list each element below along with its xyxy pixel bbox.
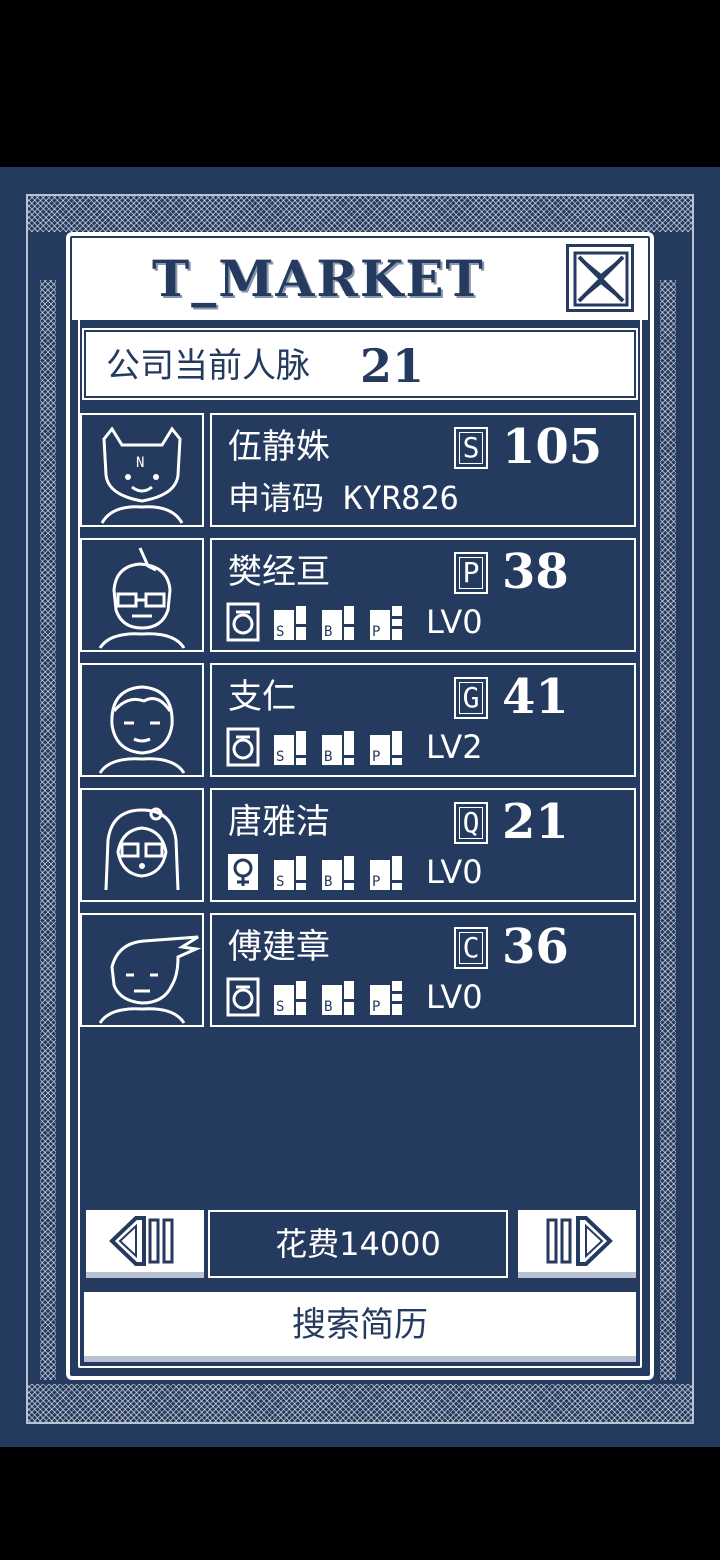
candidate-row[interactable]: 樊经亘 P 38 S B P LV0 [80, 538, 636, 652]
candidate-row[interactable]: N 伍静姝 S 105 申请码 KYR826 [80, 413, 636, 527]
svg-text:S: S [276, 874, 284, 890]
candidate-grade-badge: P [454, 552, 488, 594]
candidate-info: 伍静姝 S 105 申请码 KYR826 [210, 413, 636, 527]
candidate-name: 傅建章 [228, 927, 330, 967]
candidate-grade-badge: C [454, 927, 488, 969]
candidate-info: 樊经亘 P 38 S B P LV0 [210, 538, 636, 652]
arrow-right-icon [546, 1216, 613, 1266]
close-button[interactable] [566, 244, 634, 312]
s-skill-icon: S [274, 981, 306, 1015]
male-icon [226, 727, 260, 767]
candidate-level: LV2 [426, 728, 483, 766]
candidate-score: 41 [502, 669, 569, 725]
candidate-info: 傅建章 C 36 S B P LV0 [210, 913, 636, 1027]
p-skill-icon: P [370, 981, 402, 1015]
market-title: T_MARKET [152, 249, 485, 308]
candidate-stats: S B P LV0 [226, 975, 626, 1019]
svg-text:S: S [276, 624, 284, 640]
svg-text:P: P [372, 749, 380, 765]
candidate-name: 支仁 [228, 677, 296, 717]
candidate-score: 36 [502, 919, 569, 975]
b-skill-icon: B [322, 981, 354, 1015]
candidate-name: 樊经亘 [228, 552, 330, 592]
candidate-stats: S B P LV0 [226, 850, 626, 894]
arrow-left-icon [109, 1216, 174, 1266]
candidate-stats: S B P LV0 [226, 600, 626, 644]
s-skill-icon: S [274, 606, 306, 640]
p-skill-icon: P [370, 731, 402, 765]
cost-display: 花费14000 [208, 1210, 508, 1278]
b-skill-icon: B [322, 606, 354, 640]
svg-text:B: B [324, 999, 332, 1015]
p-skill-icon: P [370, 606, 402, 640]
short-hair-avatar-icon [98, 685, 186, 774]
svg-text:P: P [372, 624, 380, 640]
candidate-stats: S B P LV2 [226, 725, 626, 769]
contacts-label: 公司当前人脉 [106, 346, 310, 386]
company-contacts-bar: 公司当前人脉 21 [82, 328, 638, 400]
svg-text:B: B [324, 874, 332, 890]
svg-text:P: P [372, 999, 380, 1015]
female-icon [228, 854, 258, 890]
svg-text:N: N [136, 455, 144, 471]
candidate-level: LV0 [426, 603, 483, 641]
candidate-row[interactable]: 唐雅洁 Q 21 S B P LV0 [80, 788, 636, 902]
p-skill-icon: P [370, 856, 402, 890]
candidate-portrait [80, 788, 204, 902]
long-hair-glasses-avatar-icon [104, 807, 180, 891]
b-skill-icon: B [322, 731, 354, 765]
candidate-row[interactable]: 支仁 G 41 S B P LV2 [80, 663, 636, 777]
svg-text:S: S [276, 999, 284, 1015]
candidate-level: LV0 [426, 978, 483, 1016]
cat-hood-avatar-icon: N [100, 426, 184, 524]
candidate-name: 唐雅洁 [228, 802, 330, 842]
close-icon [573, 251, 629, 307]
contacts-value: 21 [360, 339, 425, 393]
s-skill-icon: S [274, 856, 306, 890]
candidate-score: 105 [502, 419, 603, 475]
candidate-grade-badge: S [454, 427, 488, 469]
mohawk-glasses-avatar-icon [98, 547, 186, 649]
svg-text:B: B [324, 624, 332, 640]
male-icon [226, 977, 260, 1017]
candidate-level: LV0 [426, 853, 483, 891]
candidate-info: 唐雅洁 Q 21 S B P LV0 [210, 788, 636, 902]
candidate-portrait [80, 913, 204, 1027]
search-resumes-button[interactable]: 搜索简历 [84, 1292, 636, 1362]
candidate-portrait [80, 538, 204, 652]
candidate-portrait [80, 663, 204, 777]
swept-hair-avatar-icon [98, 935, 202, 1024]
application-code: 申请码 KYR826 [228, 479, 459, 517]
candidate-info: 支仁 G 41 S B P LV2 [210, 663, 636, 777]
candidate-score: 38 [502, 544, 569, 600]
candidate-grade-badge: Q [454, 802, 488, 844]
candidate-portrait: N [80, 413, 204, 527]
candidate-score: 21 [502, 794, 569, 850]
s-skill-icon: S [274, 731, 306, 765]
b-skill-icon: B [322, 856, 354, 890]
svg-text:S: S [276, 749, 284, 765]
svg-text:P: P [372, 874, 380, 890]
male-icon [226, 602, 260, 642]
previous-page-button[interactable] [86, 1210, 204, 1278]
candidate-name: 伍静姝 [228, 427, 330, 467]
candidate-grade-badge: G [454, 677, 488, 719]
svg-text:B: B [324, 749, 332, 765]
candidate-row[interactable]: 傅建章 C 36 S B P LV0 [80, 913, 636, 1027]
next-page-button[interactable] [518, 1210, 636, 1278]
